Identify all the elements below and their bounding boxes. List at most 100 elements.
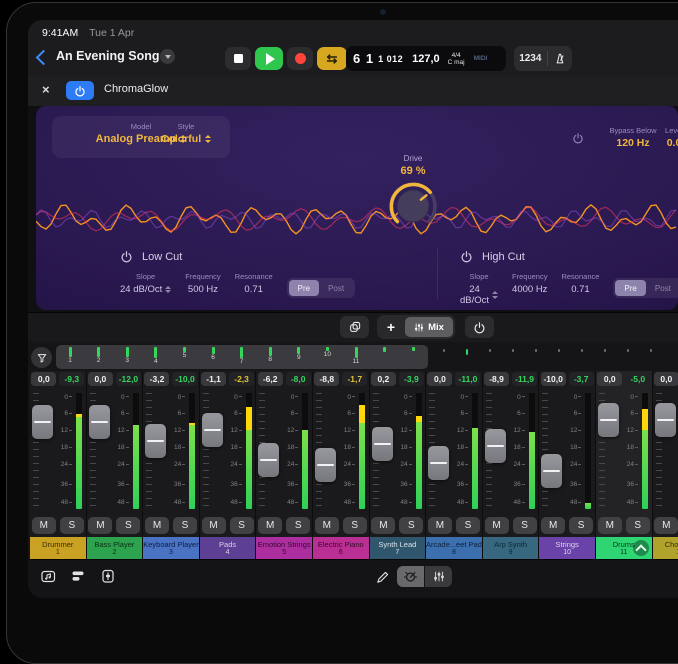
slope-control[interactable]: Slope 24 dB/Oct (460, 272, 498, 306)
add-track-button[interactable]: + (377, 319, 405, 335)
mute-button[interactable]: M (598, 517, 622, 534)
channel-strip[interactable]: -10,0 -3,7 061218243648 M S Strings 10 (539, 371, 596, 559)
track-label[interactable]: Strings 10 (539, 537, 595, 559)
pre-post-toggle[interactable]: Pre Post (287, 278, 355, 298)
track-label[interactable]: Chorus V 12 (653, 537, 678, 559)
cycle-button[interactable]: ⇆ (317, 47, 347, 70)
mute-button[interactable]: M (258, 517, 282, 534)
track-label[interactable]: Emotion Strings 5 (256, 537, 312, 559)
solo-button[interactable]: S (399, 517, 423, 534)
edit-button[interactable] (375, 570, 390, 585)
pre-post-toggle[interactable]: Pre Post (613, 278, 678, 298)
channel-strip[interactable]: -8,9 -11,9 061218243648 M S Arp Synth 9 (483, 371, 540, 559)
volume-value[interactable]: -3,2 (144, 372, 169, 386)
volume-value[interactable]: 0,0 (597, 372, 622, 386)
mute-button[interactable]: M (88, 517, 112, 534)
peak-value[interactable]: -12,0 (116, 372, 141, 386)
frequency-control[interactable]: Frequency 500 Hz (185, 272, 220, 295)
stop-button[interactable] (225, 47, 251, 70)
play-button[interactable] (255, 47, 283, 70)
frequency-control[interactable]: Frequency 4000 Hz (512, 272, 547, 295)
peak-value[interactable]: -2,3 (229, 372, 254, 386)
track-label[interactable]: Drummer 1 (30, 537, 86, 559)
close-plugin-button[interactable]: × (42, 82, 50, 98)
volume-value[interactable]: -8,8 (314, 372, 339, 386)
peak-value[interactable]: -1,7 (342, 372, 367, 386)
peak-value[interactable]: -3,9 (399, 372, 424, 386)
mute-button[interactable]: M (485, 517, 509, 534)
plugin-power-toggle[interactable] (66, 81, 94, 100)
browser-button[interactable] (40, 568, 57, 584)
channel-strip[interactable]: -8,8 -1,7 061218243648 M S Electric Pian… (313, 371, 370, 559)
style-selector[interactable]: Style Colorful (131, 116, 241, 158)
channel-strip[interactable]: 0,0 061218243648 M S Chorus V 12 (653, 371, 678, 559)
channel-strip[interactable]: -6,2 -8,0 061218243648 M S Emotion Strin… (256, 371, 313, 559)
channel-strip[interactable]: -3,2 -10,0 061218243648 M S Keyboard Pla… (143, 371, 200, 559)
fader-knob[interactable] (372, 427, 393, 461)
track-label[interactable]: Electric Piano 6 (313, 537, 369, 559)
track-label[interactable]: Pads 4 (200, 537, 256, 559)
peak-value[interactable]: -11,9 (512, 372, 537, 386)
mute-button[interactable]: M (371, 517, 395, 534)
peak-value[interactable]: -3,7 (569, 372, 594, 386)
pre-segment[interactable]: Pre (615, 280, 645, 296)
drive-knob[interactable] (387, 180, 439, 232)
fader-knob[interactable] (315, 448, 336, 482)
power-icon[interactable] (460, 250, 473, 263)
mute-button[interactable]: M (654, 517, 678, 534)
channel-strip[interactable]: 0,0 -11,0 061218243648 M S Arcade...eet … (426, 371, 483, 559)
resonance-control[interactable]: Resonance 0.71 (561, 272, 599, 295)
filter-button[interactable] (31, 347, 52, 368)
channel-strip[interactable]: 0,2 -3,9 061218243648 M S Synth Lead 7 (370, 371, 427, 559)
level-control[interactable]: Level 0.0 (652, 126, 678, 149)
record-button[interactable] (287, 47, 313, 70)
bypass-power-icon[interactable] (572, 132, 584, 144)
post-segment[interactable]: Post (646, 280, 678, 296)
peak-value[interactable]: -11,0 (455, 372, 480, 386)
track-label[interactable]: Bass Player 2 (87, 537, 143, 559)
slope-control[interactable]: Slope 24 dB/Oct (120, 272, 171, 295)
mute-button[interactable]: M (428, 517, 452, 534)
song-menu-button[interactable] (160, 49, 175, 64)
song-title[interactable]: An Evening Song (56, 49, 159, 63)
chevron-up-icon[interactable] (633, 540, 649, 556)
solo-button[interactable]: S (626, 517, 650, 534)
mute-button[interactable]: M (541, 517, 565, 534)
solo-button[interactable]: S (60, 517, 84, 534)
channel-strip[interactable]: 0,0 -5,0 061218243648 M S Drums 11 (596, 371, 653, 559)
pre-segment[interactable]: Pre (289, 280, 319, 296)
plugin-controls-button[interactable] (397, 566, 424, 587)
solo-button[interactable]: S (116, 517, 140, 534)
count-in-button[interactable]: 1234 (519, 53, 541, 64)
volume-value[interactable]: -8,9 (484, 372, 509, 386)
volume-value[interactable]: 0,0 (654, 372, 678, 386)
volume-value[interactable]: -10,0 (541, 372, 566, 386)
channel-strip-button[interactable] (425, 566, 452, 587)
mute-button[interactable]: M (315, 517, 339, 534)
peak-value[interactable]: -5,0 (625, 372, 650, 386)
track-label[interactable]: Arp Synth 9 (483, 537, 539, 559)
mute-button[interactable]: M (32, 517, 56, 534)
mix-view-toggle[interactable]: Mix (405, 317, 453, 337)
volume-value[interactable]: -6,2 (258, 372, 283, 386)
peak-value[interactable]: -9,3 (59, 372, 84, 386)
peak-value[interactable]: -8,0 (286, 372, 311, 386)
track-label[interactable]: Synth Lead 7 (370, 537, 426, 559)
duplicate-button[interactable] (340, 316, 369, 338)
mixer-view-button[interactable] (100, 568, 116, 584)
track-label[interactable]: Drums 11 (596, 537, 652, 559)
fader-knob[interactable] (89, 405, 110, 439)
mixer-overview-window[interactable]: 1 2 3 4 5 6 7 8 9 10 11 (56, 345, 428, 369)
solo-button[interactable]: S (456, 517, 480, 534)
post-segment[interactable]: Post (319, 280, 353, 296)
mute-button[interactable]: M (202, 517, 226, 534)
fader-knob[interactable] (541, 454, 562, 488)
channel-strip[interactable]: 0,0 -12,0 061218243648 M S Bass Player 2 (87, 371, 144, 559)
solo-button[interactable]: S (569, 517, 593, 534)
fader-knob[interactable] (428, 446, 449, 480)
mute-button[interactable]: M (145, 517, 169, 534)
resonance-control[interactable]: Resonance 0.71 (235, 272, 273, 295)
peak-value[interactable]: -10,0 (172, 372, 197, 386)
volume-value[interactable]: 0,0 (427, 372, 452, 386)
fader-knob[interactable] (202, 413, 223, 447)
